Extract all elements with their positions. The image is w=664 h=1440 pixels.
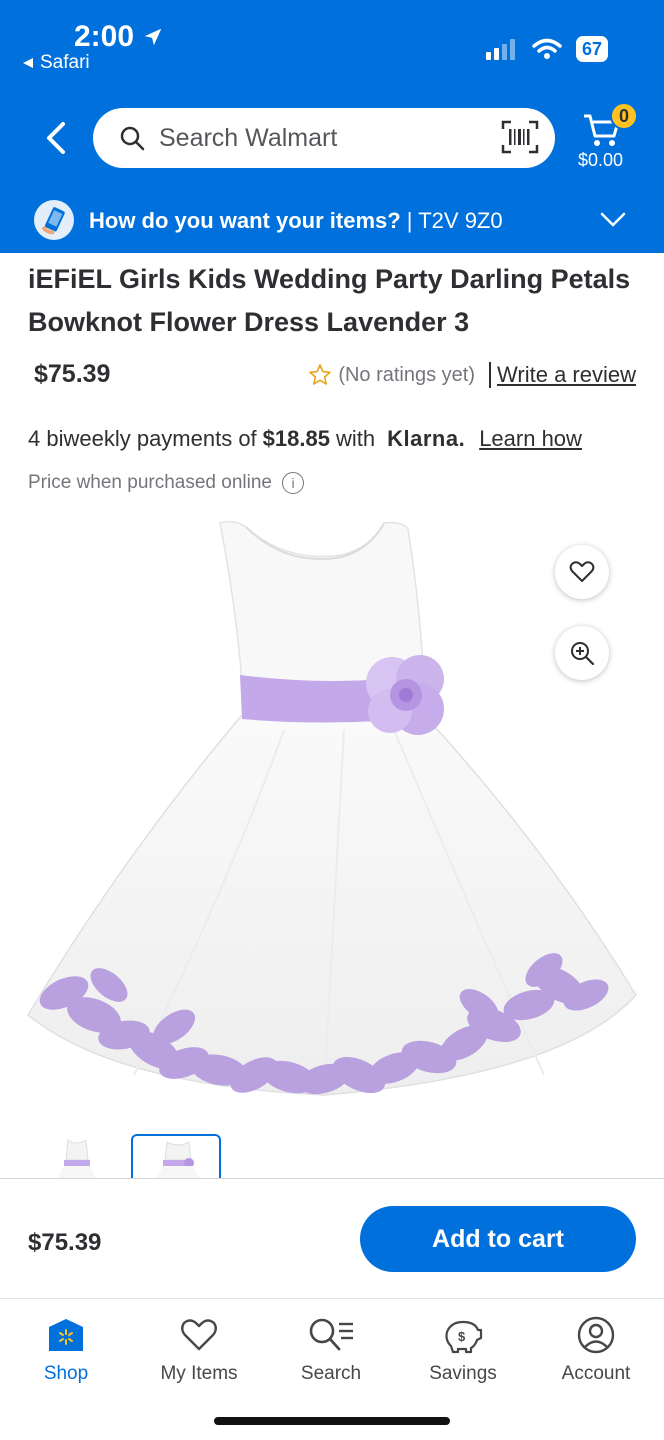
savings-icon: $ [443,1315,483,1355]
installment-amount: $18.85 [262,426,330,451]
back-app-label: Safari [40,52,90,73]
add-to-cart-button[interactable]: Add to cart [360,1206,636,1272]
wifi-icon [532,38,562,59]
svg-text:$: $ [458,1329,466,1344]
home-indicator [214,1417,450,1425]
account-icon [577,1315,615,1355]
heart-outline-icon [569,561,595,582]
installment-prefix: 4 biweekly payments of [28,426,257,451]
back-button[interactable] [36,118,76,158]
top-nav: 0 $0.00 [0,100,664,180]
ratings-divider [489,362,492,388]
delivery-text: How do you want your items? | T2V 9Z0 [89,208,503,234]
ratings-row: (No ratings yet) Write a review [308,362,636,388]
tab-my-items[interactable]: My Items [139,1315,259,1385]
zoom-button[interactable] [555,626,609,680]
zoom-in-icon [571,642,595,666]
thumbnail-2[interactable] [131,1134,221,1178]
online-price-note: Price when purchased online i [28,472,304,494]
search-list-icon [307,1315,355,1355]
system-indicators: 67 [485,36,608,62]
cart-count-badge: 0 [610,102,638,130]
product-title: iEFiEL Girls Kids Wedding Party Darling … [28,264,631,337]
tab-shop-label: Shop [43,1363,89,1384]
tab-account-label: Account [561,1363,631,1384]
delivery-selector[interactable]: How do you want your items? | T2V 9Z0 [0,192,664,252]
signal-icon [485,39,515,60]
installment-with: with [335,426,376,451]
tab-savings[interactable]: $ Savings [403,1315,523,1385]
back-triangle-icon [23,58,33,68]
image-thumbnails [0,1130,664,1178]
status-time: 2:00 [74,20,164,54]
favorite-button[interactable] [555,545,609,599]
rating-text: (No ratings yet) [338,363,476,386]
back-to-app[interactable]: Safari [22,52,90,74]
thumbnail-1[interactable] [32,1134,122,1178]
search-icon [120,126,145,151]
tab-shop[interactable]: Shop [6,1315,126,1385]
status-bar: 2:00 Safari 67 [0,0,664,90]
klarna-logo: Klarna. [387,426,466,451]
battery-indicator: 67 [575,36,608,62]
learn-how-link[interactable]: Learn how [479,426,582,452]
online-note-text: Price when purchased online [28,472,272,493]
tab-account[interactable]: Account [536,1315,656,1385]
info-icon[interactable]: i [282,472,304,494]
product-image[interactable] [24,515,640,1115]
search-input[interactable] [159,123,479,153]
location-arrow-icon [144,28,162,46]
delivery-postal-code: T2V 9Z0 [418,208,503,233]
tab-search-label: Search [300,1363,362,1384]
klarna-installments: 4 biweekly payments of $18.85 with Klarn… [28,426,582,452]
status-time-text: 2:00 [74,20,135,53]
star-outline-icon [309,364,332,385]
delivery-separator: | [400,208,419,233]
shop-icon [47,1315,85,1355]
search-bar[interactable] [93,108,555,168]
cart-total: $0.00 [578,150,624,170]
product-price: $75.39 [34,360,111,388]
tab-my-items-label: My Items [160,1363,238,1384]
write-review-link[interactable]: Write a review [497,362,636,388]
delivery-phone-icon [34,200,74,240]
cart-button[interactable]: 0 $0.00 [576,100,638,178]
heart-icon [180,1315,218,1355]
add-to-cart-bar: $75.39 Add to cart [0,1178,664,1298]
sticky-price: $75.39 [28,1229,102,1256]
tab-search[interactable]: Search [271,1315,391,1385]
barcode-scan-icon[interactable] [501,120,539,154]
chevron-left-icon [47,122,65,154]
delivery-question: How do you want your items? [89,208,401,233]
chevron-down-icon [600,212,626,227]
tab-savings-label: Savings [429,1363,497,1384]
